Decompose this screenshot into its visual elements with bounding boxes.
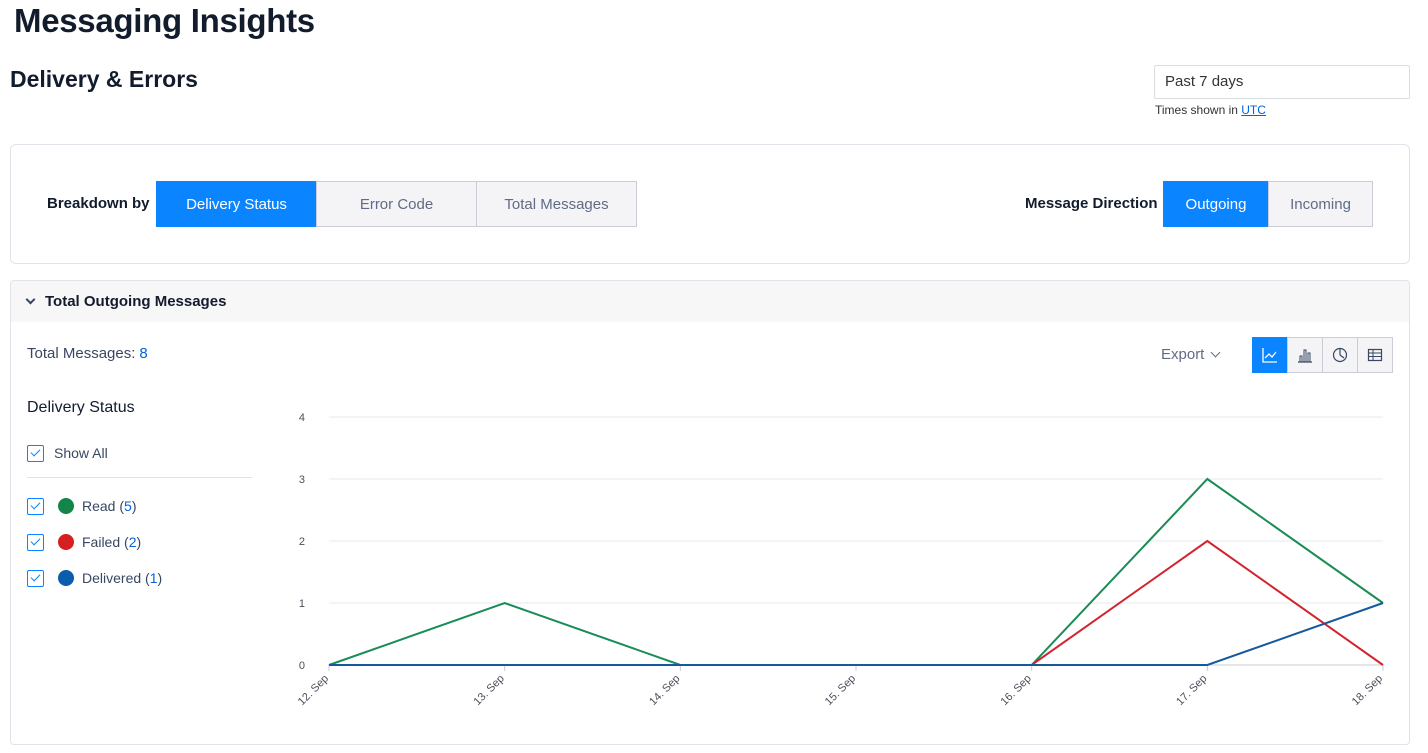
read-label-text: Read xyxy=(82,498,116,514)
table-view-button[interactable] xyxy=(1357,337,1393,373)
direction-label: Message Direction xyxy=(1025,195,1158,212)
line-chart-view-button[interactable] xyxy=(1252,337,1288,373)
y-tick-label: 3 xyxy=(299,474,305,486)
bar-chart-view-button[interactable] xyxy=(1287,337,1323,373)
date-range-select[interactable]: Past 7 days xyxy=(1154,65,1410,99)
total-messages-value: 8 xyxy=(139,345,148,362)
breakdown-label: Breakdown by xyxy=(47,195,150,212)
filter-card: Breakdown by Delivery Status Error Code … xyxy=(10,144,1410,264)
legend-divider xyxy=(27,477,252,478)
legend-item-delivered[interactable]: Delivered (1) xyxy=(27,560,252,596)
failed-label-text: Failed xyxy=(82,534,121,550)
x-tick-label: 17. Sep xyxy=(1174,673,1209,708)
failed-label: Failed (2) xyxy=(82,534,141,550)
show-all-toggle[interactable]: Show All xyxy=(27,435,252,471)
direction-outgoing-button[interactable]: Outgoing xyxy=(1163,181,1269,227)
legend: Delivery Status Show All Read (5) Failed… xyxy=(27,399,252,596)
timezone-note-prefix: Times shown in xyxy=(1155,103,1242,117)
failed-checkbox[interactable] xyxy=(27,533,44,551)
legend-item-failed[interactable]: Failed (2) xyxy=(27,524,252,560)
breakdown-delivery-status-button[interactable]: Delivery Status xyxy=(156,181,317,227)
chart-view-toggle xyxy=(1252,337,1393,373)
show-all-checkbox[interactable] xyxy=(27,444,44,462)
direction-segmented-control: Outgoing Incoming xyxy=(1163,181,1373,227)
panel-title: Total Outgoing Messages xyxy=(45,293,227,310)
line-chart: 0 1 2 3 4 12. Sep 13. Sep 14. Sep 15. Sep 16. Sep… xyxy=(296,412,1385,708)
timezone-link[interactable]: UTC xyxy=(1241,103,1266,117)
total-messages: Total Messages: 8 xyxy=(27,345,148,362)
delivered-label-text: Delivered xyxy=(82,570,142,586)
chevron-down-icon xyxy=(25,294,36,305)
failed-count: (2) xyxy=(124,534,142,550)
read-color-dot xyxy=(58,498,74,514)
series-line-delivered xyxy=(329,602,1384,666)
x-tick-label: 18. Sep xyxy=(1350,673,1385,708)
total-messages-label: Total Messages: xyxy=(27,345,136,362)
x-tick-label: 14. Sep xyxy=(647,673,682,708)
bar-chart-icon xyxy=(1298,349,1312,363)
show-all-label: Show All xyxy=(54,445,108,461)
timezone-note: Times shown in UTC xyxy=(1155,103,1266,117)
breakdown-error-code-button[interactable]: Error Code xyxy=(316,181,477,227)
line-chart-icon xyxy=(1262,348,1277,363)
y-tick-label: 1 xyxy=(299,598,305,610)
delivered-checkbox[interactable] xyxy=(27,569,44,587)
export-dropdown[interactable]: Export xyxy=(1161,346,1221,363)
pie-chart-icon xyxy=(1332,347,1348,363)
series-line-read xyxy=(328,477,1384,666)
x-tick-label: 16. Sep xyxy=(998,673,1033,708)
table-icon xyxy=(1367,348,1383,362)
export-label: Export xyxy=(1161,346,1205,363)
read-count: (5) xyxy=(119,498,137,514)
breakdown-total-messages-button[interactable]: Total Messages xyxy=(476,181,637,227)
delivered-count-number: 1 xyxy=(149,570,158,586)
pie-chart-view-button[interactable] xyxy=(1322,337,1358,373)
failed-count-number: 2 xyxy=(128,534,137,550)
breakdown-segmented-control: Delivery Status Error Code Total Message… xyxy=(156,181,637,227)
read-checkbox[interactable] xyxy=(27,497,44,515)
panel-header[interactable]: Total Outgoing Messages xyxy=(11,281,1409,322)
x-tick-label: 12. Sep xyxy=(296,673,331,708)
legend-item-read[interactable]: Read (5) xyxy=(27,488,252,524)
delivered-count: (1) xyxy=(145,570,163,586)
y-tick-label: 4 xyxy=(299,412,305,424)
direction-incoming-button[interactable]: Incoming xyxy=(1268,181,1373,227)
failed-color-dot xyxy=(58,534,74,550)
y-tick-label: 2 xyxy=(299,536,305,548)
legend-title: Delivery Status xyxy=(27,399,135,416)
delivered-label: Delivered (1) xyxy=(82,570,162,586)
x-tick-label: 15. Sep xyxy=(823,673,858,708)
page-title: Messaging Insights xyxy=(14,2,315,39)
delivered-color-dot xyxy=(58,570,74,586)
read-count-number: 5 xyxy=(124,498,132,514)
chart-panel: Total Outgoing Messages Total Messages: 8… xyxy=(10,280,1410,745)
chevron-down-icon xyxy=(1210,347,1221,357)
x-tick-label: 13. Sep xyxy=(471,673,506,708)
y-tick-label: 0 xyxy=(299,660,305,672)
read-label: Read (5) xyxy=(82,498,137,514)
section-title: Delivery & Errors xyxy=(10,66,198,92)
